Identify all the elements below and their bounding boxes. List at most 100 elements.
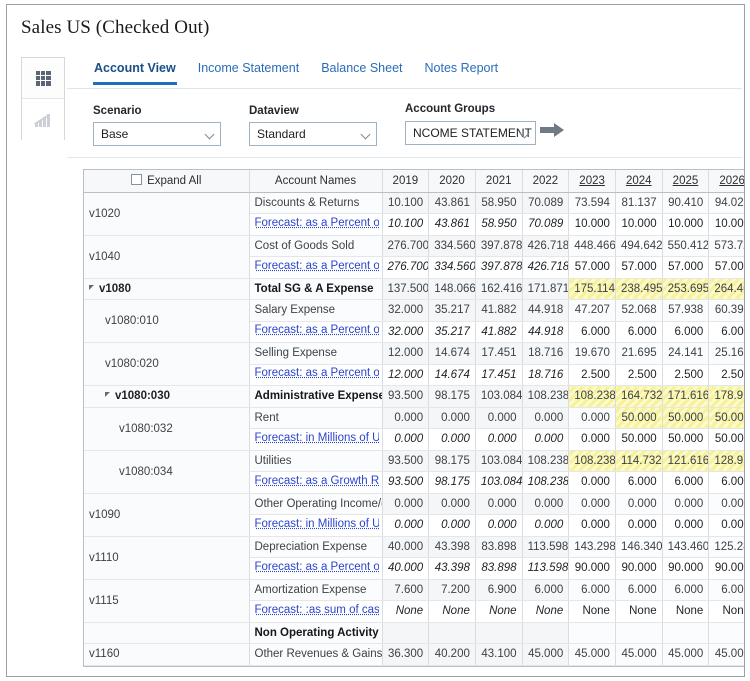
value-cell[interactable]: 17.451: [475, 343, 522, 365]
forecast-value-cell[interactable]: 0.000: [569, 515, 616, 537]
value-cell[interactable]: 0.000: [522, 493, 569, 515]
account-code-cell[interactable]: [84, 622, 249, 644]
forecast-value-cell[interactable]: 32.000: [382, 321, 429, 343]
forecast-method-cell[interactable]: Forecast: as a Percent of R: [249, 214, 382, 236]
forecast-value-cell[interactable]: 2.500: [569, 364, 616, 386]
value-cell[interactable]: [475, 622, 522, 644]
value-cell[interactable]: 50.000: [615, 407, 662, 429]
value-cell[interactable]: 90.410: [662, 192, 709, 214]
value-cell[interactable]: [429, 622, 476, 644]
account-name-cell[interactable]: Depreciation Expense: [249, 536, 382, 558]
value-cell[interactable]: 43.861: [429, 192, 476, 214]
value-cell[interactable]: 494.642: [615, 235, 662, 257]
forecast-value-cell[interactable]: 2.500: [709, 364, 745, 386]
forecast-value-cell[interactable]: 2.500: [662, 364, 709, 386]
forecast-method-link[interactable]: Forecast: in Millions of US: [255, 518, 379, 530]
value-cell[interactable]: 7.600: [382, 579, 429, 601]
value-cell[interactable]: 6.900: [475, 579, 522, 601]
value-cell[interactable]: 25.163: [709, 343, 745, 365]
value-cell[interactable]: 32.000: [382, 300, 429, 322]
account-name-cell[interactable]: Selling Expense: [249, 343, 382, 365]
value-cell[interactable]: 45.000: [615, 644, 662, 666]
scenario-select[interactable]: Base: [93, 122, 221, 146]
value-cell[interactable]: 7.200: [429, 579, 476, 601]
account-name-cell[interactable]: Other Revenues & Gains: [249, 644, 382, 666]
value-cell[interactable]: 6.000: [615, 579, 662, 601]
value-cell[interactable]: 50.000: [662, 407, 709, 429]
value-cell[interactable]: 573.721: [709, 235, 745, 257]
forecast-value-cell[interactable]: 6.000: [615, 472, 662, 494]
forecast-value-cell[interactable]: 90.000: [709, 558, 745, 580]
forecast-value-cell[interactable]: 93.500: [382, 472, 429, 494]
forecast-method-link[interactable]: Forecast: as a Percent of S: [255, 324, 379, 336]
value-cell[interactable]: 125.280: [709, 536, 745, 558]
account-name-cell[interactable]: Discounts & Returns: [249, 192, 382, 214]
forecast-method-cell[interactable]: Forecast: as a Percent of S: [249, 257, 382, 279]
value-cell[interactable]: 45.000: [522, 644, 569, 666]
forecast-value-cell[interactable]: None: [382, 601, 429, 623]
value-cell[interactable]: 146.340: [615, 536, 662, 558]
forecast-value-cell[interactable]: 83.898: [475, 558, 522, 580]
chart-view-button[interactable]: [22, 99, 64, 140]
forecast-value-cell[interactable]: 50.000: [662, 429, 709, 451]
year-header-2019[interactable]: 2019: [382, 170, 429, 192]
forecast-value-cell[interactable]: 57.000: [615, 257, 662, 279]
value-cell[interactable]: 57.938: [662, 300, 709, 322]
forecast-value-cell[interactable]: 6.000: [709, 472, 745, 494]
value-cell[interactable]: 50.000: [709, 407, 745, 429]
expand-triangle-icon[interactable]: [89, 285, 94, 290]
forecast-value-cell[interactable]: 2.500: [615, 364, 662, 386]
value-cell[interactable]: 128.913: [709, 450, 745, 472]
value-cell[interactable]: 108.238: [522, 450, 569, 472]
account-code-cell[interactable]: v1080:020: [84, 343, 249, 386]
value-cell[interactable]: [709, 622, 745, 644]
account-code-cell[interactable]: v1080:032: [84, 407, 249, 450]
value-cell[interactable]: [382, 622, 429, 644]
forecast-value-cell[interactable]: 40.000: [382, 558, 429, 580]
value-cell[interactable]: 70.089: [522, 192, 569, 214]
year-header-2023[interactable]: 2023: [569, 170, 616, 192]
value-cell[interactable]: 175.114: [569, 278, 616, 300]
year-header-2026[interactable]: 2026: [709, 170, 745, 192]
value-cell[interactable]: 162.416: [475, 278, 522, 300]
value-cell[interactable]: 253.695: [662, 278, 709, 300]
value-cell[interactable]: 52.068: [615, 300, 662, 322]
forecast-value-cell[interactable]: 50.000: [615, 429, 662, 451]
value-cell[interactable]: 6.000: [709, 579, 745, 601]
forecast-method-cell[interactable]: Forecast: in Millions of US: [249, 429, 382, 451]
value-cell[interactable]: 0.000: [475, 493, 522, 515]
value-cell[interactable]: 36.300: [382, 644, 429, 666]
forecast-value-cell[interactable]: 10.000: [709, 214, 745, 236]
account-name-cell[interactable]: Non Operating Activity: [249, 622, 382, 644]
forecast-value-cell[interactable]: 6.000: [615, 321, 662, 343]
value-cell[interactable]: 108.238: [569, 386, 616, 408]
value-cell[interactable]: 18.716: [522, 343, 569, 365]
forecast-value-cell[interactable]: 0.000: [382, 429, 429, 451]
forecast-method-cell[interactable]: Forecast: as a Percent of S: [249, 364, 382, 386]
value-cell[interactable]: 0.000: [615, 493, 662, 515]
account-name-cell[interactable]: Rent: [249, 407, 382, 429]
forecast-value-cell[interactable]: 6.000: [569, 321, 616, 343]
tab-notes-report[interactable]: Notes Report: [424, 57, 500, 82]
value-cell[interactable]: 178.913: [709, 386, 745, 408]
account-groups-select[interactable]: NCOME STATEMENT: [405, 121, 536, 145]
forecast-method-link[interactable]: Forecast: in Millions of US: [255, 432, 379, 444]
forecast-value-cell[interactable]: 57.000: [569, 257, 616, 279]
forecast-value-cell[interactable]: 334.560: [429, 257, 476, 279]
value-cell[interactable]: 19.670: [569, 343, 616, 365]
forecast-value-cell[interactable]: None: [709, 601, 745, 623]
value-cell[interactable]: [522, 622, 569, 644]
year-header-2024[interactable]: 2024: [615, 170, 662, 192]
forecast-value-cell[interactable]: 57.000: [709, 257, 745, 279]
value-cell[interactable]: 98.175: [429, 386, 476, 408]
value-cell[interactable]: 41.882: [475, 300, 522, 322]
value-cell[interactable]: 43.100: [475, 644, 522, 666]
forecast-value-cell[interactable]: 14.674: [429, 364, 476, 386]
account-name-cell[interactable]: Other Operating Income/(E: [249, 493, 382, 515]
value-cell[interactable]: 45.000: [709, 644, 745, 666]
value-cell[interactable]: [615, 622, 662, 644]
account-code-cell[interactable]: v1040: [84, 235, 249, 278]
value-cell[interactable]: 94.026: [709, 192, 745, 214]
forecast-method-link[interactable]: Forecast: as a Percent of R: [255, 217, 379, 229]
forecast-value-cell[interactable]: 0.000: [429, 515, 476, 537]
